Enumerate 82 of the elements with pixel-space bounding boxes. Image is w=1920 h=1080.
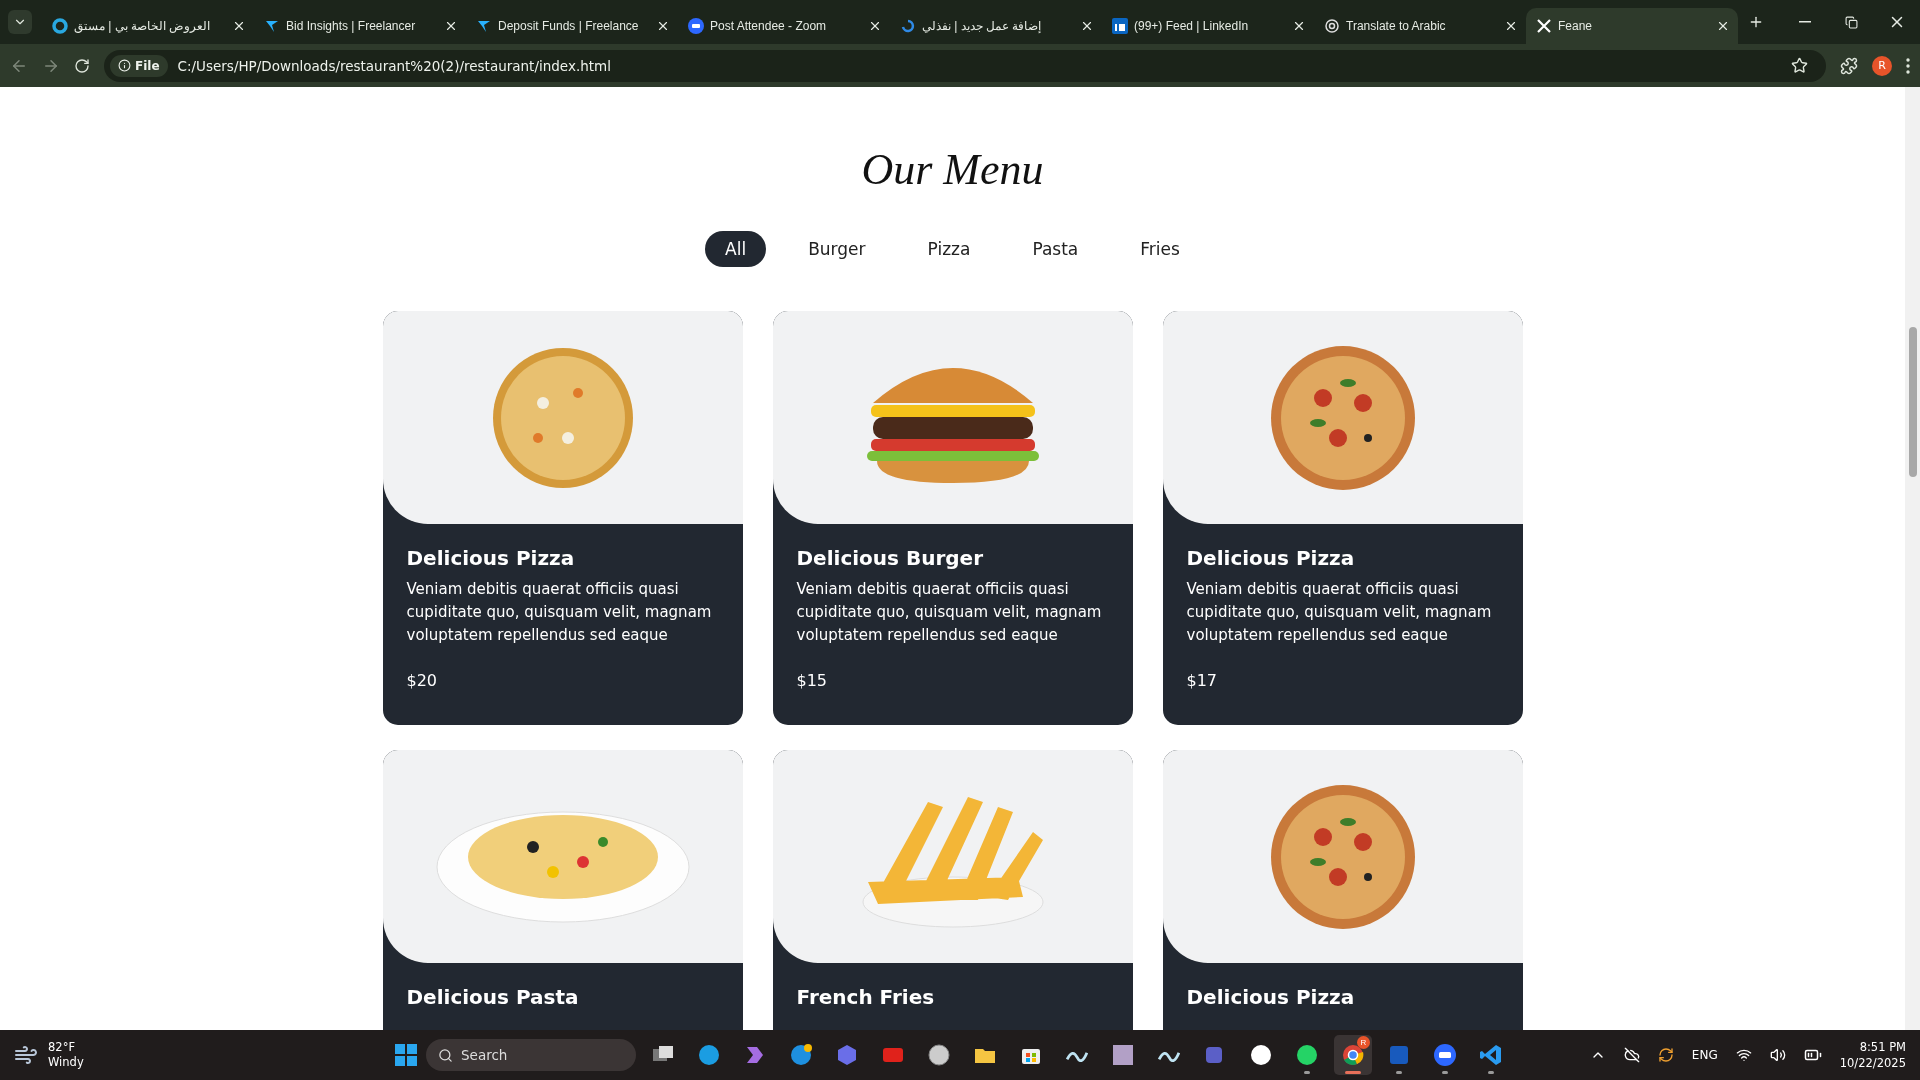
tab-title: Feane bbox=[1558, 19, 1594, 33]
wind-icon bbox=[14, 1043, 38, 1067]
dish-price: $17 bbox=[1186, 671, 1219, 690]
extensions-button[interactable] bbox=[1840, 56, 1858, 75]
dish-description: Veniam debitis quaerat officiis quasi cupiditate quo, quisquam velit, magnam voluptatem repellendus sed eaque bbox=[1186, 579, 1493, 646]
browser-tab[interactable]: (99+) Feed | LinkedIn bbox=[1102, 8, 1314, 44]
dish-name: Delicious Pizza bbox=[1186, 985, 1356, 1009]
section-title: Our Menu bbox=[861, 144, 1044, 195]
filter-tab[interactable]: Fries bbox=[1120, 231, 1200, 267]
tab-title: Translate to Arabic bbox=[1346, 19, 1447, 33]
swirl-icon bbox=[900, 18, 916, 34]
menu-button[interactable] bbox=[1906, 57, 1910, 74]
taskbar-app-button[interactable]: R bbox=[1334, 1035, 1372, 1075]
browser-tab[interactable]: العروض الخاصة بي | مستق bbox=[42, 8, 254, 44]
utensils-icon bbox=[1536, 18, 1552, 34]
browser-tab[interactable]: Post Attendee - Zoom bbox=[678, 8, 890, 44]
temperature: 82°F bbox=[48, 1040, 76, 1055]
address-bar[interactable]: File C:/Users/HP/Downloads/restaurant%20(2)/restaurant/index.html bbox=[104, 49, 1826, 82]
clock-date[interactable]: 10/22/2025 bbox=[1839, 1055, 1906, 1071]
bookmark-star-icon[interactable] bbox=[1791, 57, 1808, 74]
sync-icon[interactable] bbox=[1657, 1047, 1674, 1063]
filter-tab[interactable]: All bbox=[705, 231, 767, 267]
restore-icon bbox=[1844, 15, 1858, 29]
notification-badge: R bbox=[1357, 1036, 1370, 1049]
network-icon[interactable] bbox=[1735, 1047, 1752, 1063]
close-icon[interactable] bbox=[444, 19, 458, 33]
browser-tab[interactable]: Bid Insights | Freelancer bbox=[254, 8, 466, 44]
code-editor-icon bbox=[1479, 1043, 1503, 1067]
browser-tab[interactable]: Deposit Funds | Freelance bbox=[466, 8, 678, 44]
profile-avatar[interactable]: R bbox=[1872, 55, 1892, 76]
close-icon[interactable] bbox=[1504, 19, 1518, 33]
close-icon[interactable] bbox=[1292, 19, 1306, 33]
reload-icon bbox=[74, 57, 90, 74]
cloud-off-icon[interactable] bbox=[1623, 1047, 1640, 1063]
scrollbar-thumb[interactable] bbox=[1908, 327, 1917, 477]
dish-name: Delicious Burger bbox=[796, 546, 985, 570]
close-icon[interactable] bbox=[1716, 19, 1730, 33]
dish-description: Veniam debitis quaerat officiis quasi cupiditate quo, quisquam velit, magnam voluptatem repellendus sed eaque bbox=[406, 579, 713, 646]
language-indicator[interactable]: ENG bbox=[1691, 1048, 1718, 1062]
scrollbar[interactable] bbox=[1905, 87, 1920, 1030]
browser-tab[interactable]: Feane bbox=[1526, 8, 1738, 44]
chrome-icon bbox=[1341, 1043, 1365, 1067]
dish-name: Delicious Pasta bbox=[406, 985, 580, 1009]
url-text: C:/Users/HP/Downloads/restaurant%20(2)/restaurant/index.html bbox=[177, 57, 612, 74]
close-icon[interactable] bbox=[868, 19, 882, 33]
search-icon bbox=[438, 1047, 453, 1063]
dish-name: Delicious Pizza bbox=[406, 546, 576, 570]
dish-description: Veniam debitis quaerat officiis quasi cupiditate quo, quisquam velit, magnam voluptatem repellendus sed eaque bbox=[796, 579, 1103, 646]
ring-icon bbox=[52, 18, 68, 34]
minimize-icon bbox=[1799, 21, 1811, 23]
tab-title: Post Attendee - Zoom bbox=[710, 19, 828, 33]
browser-tab[interactable]: Translate to Arabic bbox=[1314, 8, 1526, 44]
browser-tab[interactable]: إضافة عمل جديد | نفذلي bbox=[890, 8, 1102, 44]
menu-icon bbox=[1906, 57, 1910, 74]
site-info-chip[interactable]: File bbox=[110, 54, 168, 77]
clock-time[interactable]: 8:51 PM bbox=[1859, 1039, 1906, 1055]
linkedin-icon bbox=[1112, 18, 1128, 34]
tab-title: Deposit Funds | Freelance bbox=[498, 19, 640, 33]
dish-price: $20 bbox=[406, 671, 439, 690]
filter-tab[interactable]: Burger bbox=[788, 231, 886, 267]
tab-title: العروض الخاصة بي | مستق bbox=[74, 19, 212, 33]
tab-title: إضافة عمل جديد | نفذلي bbox=[922, 19, 1043, 33]
hexagon-icon bbox=[835, 1043, 859, 1067]
dish-price: $15 bbox=[796, 671, 829, 690]
weather-condition: Windy bbox=[48, 1055, 84, 1070]
dish-name: French Fries bbox=[796, 985, 936, 1009]
dish-name: Delicious Pizza bbox=[1186, 546, 1356, 570]
tab-title: Bid Insights | Freelancer bbox=[286, 19, 417, 33]
volume-icon[interactable] bbox=[1769, 1047, 1786, 1063]
taskbar-search-field[interactable]: Search bbox=[426, 1039, 636, 1071]
close-icon[interactable] bbox=[232, 19, 246, 33]
close-icon[interactable] bbox=[1080, 19, 1094, 33]
filter-tab[interactable]: Pizza bbox=[907, 231, 991, 267]
tab-title: (99+) Feed | LinkedIn bbox=[1134, 19, 1250, 33]
plus-icon bbox=[1748, 14, 1764, 30]
windows-logo-icon[interactable] bbox=[394, 1043, 418, 1067]
info-icon bbox=[118, 59, 131, 72]
puzzle-icon bbox=[1840, 56, 1858, 75]
tab-search-button[interactable] bbox=[8, 10, 32, 34]
filter-tab[interactable]: Pasta bbox=[1012, 231, 1099, 267]
reload-button[interactable] bbox=[74, 57, 90, 74]
close-icon[interactable] bbox=[656, 19, 670, 33]
